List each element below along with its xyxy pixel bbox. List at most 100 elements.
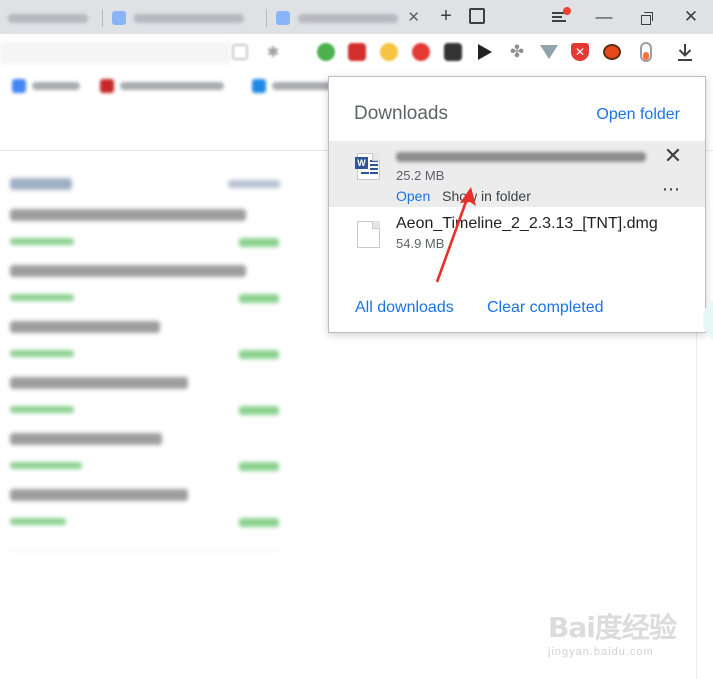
question-meta-blurred [10, 238, 74, 245]
question-meta-blurred [10, 294, 74, 301]
answer-button-blurred[interactable] [239, 350, 279, 359]
arrow-extension[interactable] [538, 41, 560, 63]
show-in-folder-link[interactable]: Show in folder [442, 188, 531, 204]
watermark-url: jingyan.baidu.com [548, 646, 654, 658]
new-tab-button[interactable]: + [435, 5, 457, 27]
download-item[interactable]: W ✕ 25.2 MB Open Show in folder ⋯ [329, 141, 705, 207]
watermark-logo: Bai度经验 [548, 611, 677, 644]
puzzle-extension-icon: ✤ [509, 42, 525, 61]
question-link-blurred[interactable] [10, 321, 160, 333]
section-heading-blurred [10, 178, 72, 190]
question-meta-blurred [10, 406, 74, 413]
question-link-blurred[interactable] [10, 209, 246, 221]
minimize-icon: — [595, 7, 613, 26]
tab-search-icon[interactable] [469, 8, 485, 24]
wechat-extension-icon [317, 43, 335, 61]
download-filename-blurred [396, 152, 646, 162]
download-actions: Open Show in folder [396, 188, 531, 204]
bookmark-favicon-icon [12, 79, 26, 93]
answer-button-blurred[interactable] [239, 518, 279, 527]
open-file-link[interactable]: Open [396, 188, 430, 204]
play-extension[interactable] [474, 41, 496, 63]
red-circle-extension[interactable] [410, 41, 432, 63]
ladybug-extension[interactable] [601, 41, 623, 63]
answer-button-blurred[interactable] [239, 406, 279, 415]
tab-close-icon[interactable]: ✕ [407, 8, 420, 26]
play-extension-icon [478, 44, 492, 60]
lightbulb-extension[interactable] [378, 41, 400, 63]
puzzle-extension[interactable]: ✤ [506, 41, 528, 63]
generic-file-icon [357, 221, 380, 248]
wechat-extension[interactable] [315, 41, 337, 63]
page-action-icon [232, 44, 248, 60]
open-folder-link[interactable]: Open folder [596, 106, 680, 124]
tab-title-blurred [8, 14, 88, 23]
restore-icon [641, 12, 653, 25]
notification-dot [563, 7, 571, 15]
page-content-blurred [0, 166, 300, 566]
dark-extension-icon [444, 43, 462, 61]
toggle-extension[interactable] [635, 41, 657, 63]
download-item[interactable]: Aeon_Timeline_2_2.3.13_[TNT].dmg 54.9 MB [329, 208, 705, 270]
download-filename: Aeon_Timeline_2_2.3.13_[TNT].dmg [396, 215, 658, 232]
close-icon: ✕ [683, 7, 699, 26]
page-icon [112, 11, 126, 25]
ladybug-extension-icon [603, 44, 621, 60]
tab-strip: ✕ + — ✕ [0, 0, 713, 34]
shield-extension[interactable]: ✕ [569, 41, 591, 63]
downloads-title: Downloads [354, 103, 448, 124]
content-separator [10, 550, 280, 551]
download-size: 25.2 MB [396, 168, 445, 183]
more-icon: ⋯ [662, 179, 681, 199]
question-meta-blurred [10, 462, 82, 469]
question-link-blurred[interactable] [10, 265, 246, 277]
address-bar-blurred[interactable] [0, 42, 230, 64]
close-icon: ✕ [663, 143, 683, 168]
question-meta-blurred [10, 518, 66, 525]
tab-title-blurred [134, 14, 244, 23]
red-download-extension-icon [348, 43, 366, 61]
question-link-blurred[interactable] [10, 489, 188, 501]
browser-tab[interactable] [104, 3, 264, 34]
toggle-extension-icon [640, 42, 652, 62]
browser-tab[interactable] [0, 3, 100, 34]
baidu-watermark: Bai度经验 jingyan.baidu.com [548, 600, 708, 666]
word-doc-icon: W [355, 153, 380, 180]
question-link-blurred[interactable] [10, 433, 162, 445]
page-icon [276, 11, 290, 25]
tab-separator [266, 9, 267, 27]
browser-tab[interactable]: ✕ [268, 3, 428, 34]
tab-title-blurred [298, 14, 398, 23]
bookmark-item[interactable] [12, 78, 80, 94]
arrow-extension-icon [540, 45, 558, 59]
star-icon: ✱ [266, 44, 280, 61]
tab-separator [102, 9, 103, 27]
download-size: 54.9 MB [396, 236, 445, 251]
remove-download-button[interactable]: ✕ [663, 143, 683, 168]
menu-button[interactable] [545, 4, 573, 30]
lightbulb-extension-icon [380, 43, 398, 61]
answer-button-blurred[interactable] [239, 238, 279, 247]
red-download-extension[interactable] [346, 41, 368, 63]
bookmark-favicon-icon [100, 79, 114, 93]
refresh-link-blurred[interactable] [228, 180, 280, 188]
all-downloads-link[interactable]: All downloads [355, 299, 454, 317]
page-action-button[interactable] [229, 41, 251, 63]
star-button[interactable]: ✱ [262, 41, 284, 63]
question-meta-blurred [10, 350, 74, 357]
question-link-blurred[interactable] [10, 377, 188, 389]
more-options-button[interactable]: ⋯ [662, 179, 681, 200]
minimize-button[interactable]: — [590, 4, 618, 30]
downloads-button[interactable] [674, 41, 696, 63]
bookmark-item[interactable] [100, 78, 224, 94]
restore-button[interactable] [633, 4, 661, 30]
answer-button-blurred[interactable] [239, 462, 279, 471]
answer-button-blurred[interactable] [239, 294, 279, 303]
bookmark-favicon-icon [252, 79, 266, 93]
download-icon [678, 44, 692, 61]
clear-completed-link[interactable]: Clear completed [487, 299, 604, 317]
close-window-button[interactable]: ✕ [677, 4, 705, 30]
downloads-bubble: Downloads Open folder W ✕ 25.2 MB Open S… [328, 76, 706, 333]
shield-extension-icon: ✕ [571, 43, 589, 61]
dark-extension[interactable] [442, 41, 464, 63]
